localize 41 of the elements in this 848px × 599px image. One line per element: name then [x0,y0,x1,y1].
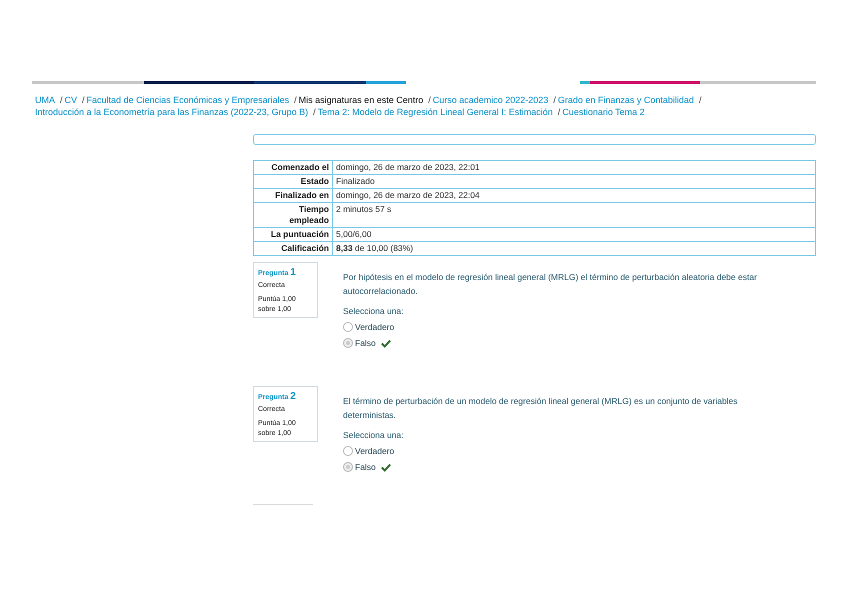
option-label[interactable]: Verdadero [355,322,394,332]
summary-label: Estado [254,174,332,188]
breadcrumb-separator: / [553,94,556,106]
question-text: El término de perturbación de un modelo de regresión lineal general (MRLG) es un conjunto de variables deterministas. [343,395,739,422]
breadcrumb-link[interactable]: Tema 2: Modelo de Regresión Lineal General I: Estimación [318,106,553,118]
summary-value: domingo, 26 de marzo de 2023, 22:01 [332,160,816,174]
summary-value: 8,33 de 10,00 (83%) [332,242,816,256]
breadcrumb-link[interactable]: UMA [35,94,55,106]
summary-label: Tiempo empleado [254,202,332,228]
breadcrumb-link[interactable]: Grado en Finanzas y Contabilidad [558,94,694,106]
summary-label: La puntuación [254,228,332,242]
summary-value: 2 minutos 57 s [332,202,816,228]
radio-button[interactable] [343,338,353,348]
summary-label: Calificación [254,242,332,256]
breadcrumb-link[interactable]: Introducción a la Econometría para las Finanzas (2022-23, Grupo B) [35,106,308,118]
breadcrumb-separator: / [698,94,702,106]
breadcrumb-separator: / [313,106,316,118]
breadcrumb-separator: / [60,94,63,106]
breadcrumb-link[interactable]: Mis asignaturas en este Centro [298,94,424,106]
option-label[interactable]: Falso [355,338,376,348]
question-text: Por hipótesis en el modelo de regresión lineal general (MRLG) el término de perturbación aleatoria debe estar autocorrelacionado. [343,271,758,298]
radio-button[interactable] [343,446,353,456]
breadcrumb-separator: / [294,94,297,106]
option-label[interactable]: Verdadero [355,446,394,456]
breadcrumb-separator: / [558,106,560,118]
answer-prompt: Selecciona una: [343,306,404,316]
summary-value: 5,00/6,00 [332,228,816,242]
breadcrumb-separator: / [82,94,85,106]
breadcrumb-separator: / [428,94,431,106]
answer-prompt: Selecciona una: [343,430,404,440]
summary-label: Finalizado en [254,188,332,202]
option-label[interactable]: Falso [355,462,376,472]
radio-button[interactable] [343,462,353,472]
radio-button[interactable] [343,322,353,332]
breadcrumb-link[interactable]: Curso academico 2022-2023 [432,94,548,106]
breadcrumb-link[interactable]: CV [64,94,78,106]
summary-value: domingo, 26 de marzo de 2023, 22:04 [332,188,816,202]
breadcrumb-link[interactable]: Cuestionario Tema 2 [562,106,645,118]
summary-label: Comenzado el [254,160,332,174]
summary-value: Finalizado [332,174,816,188]
breadcrumb-link[interactable]: Facultad de Ciencias Económicas y Empresariales [86,94,290,106]
